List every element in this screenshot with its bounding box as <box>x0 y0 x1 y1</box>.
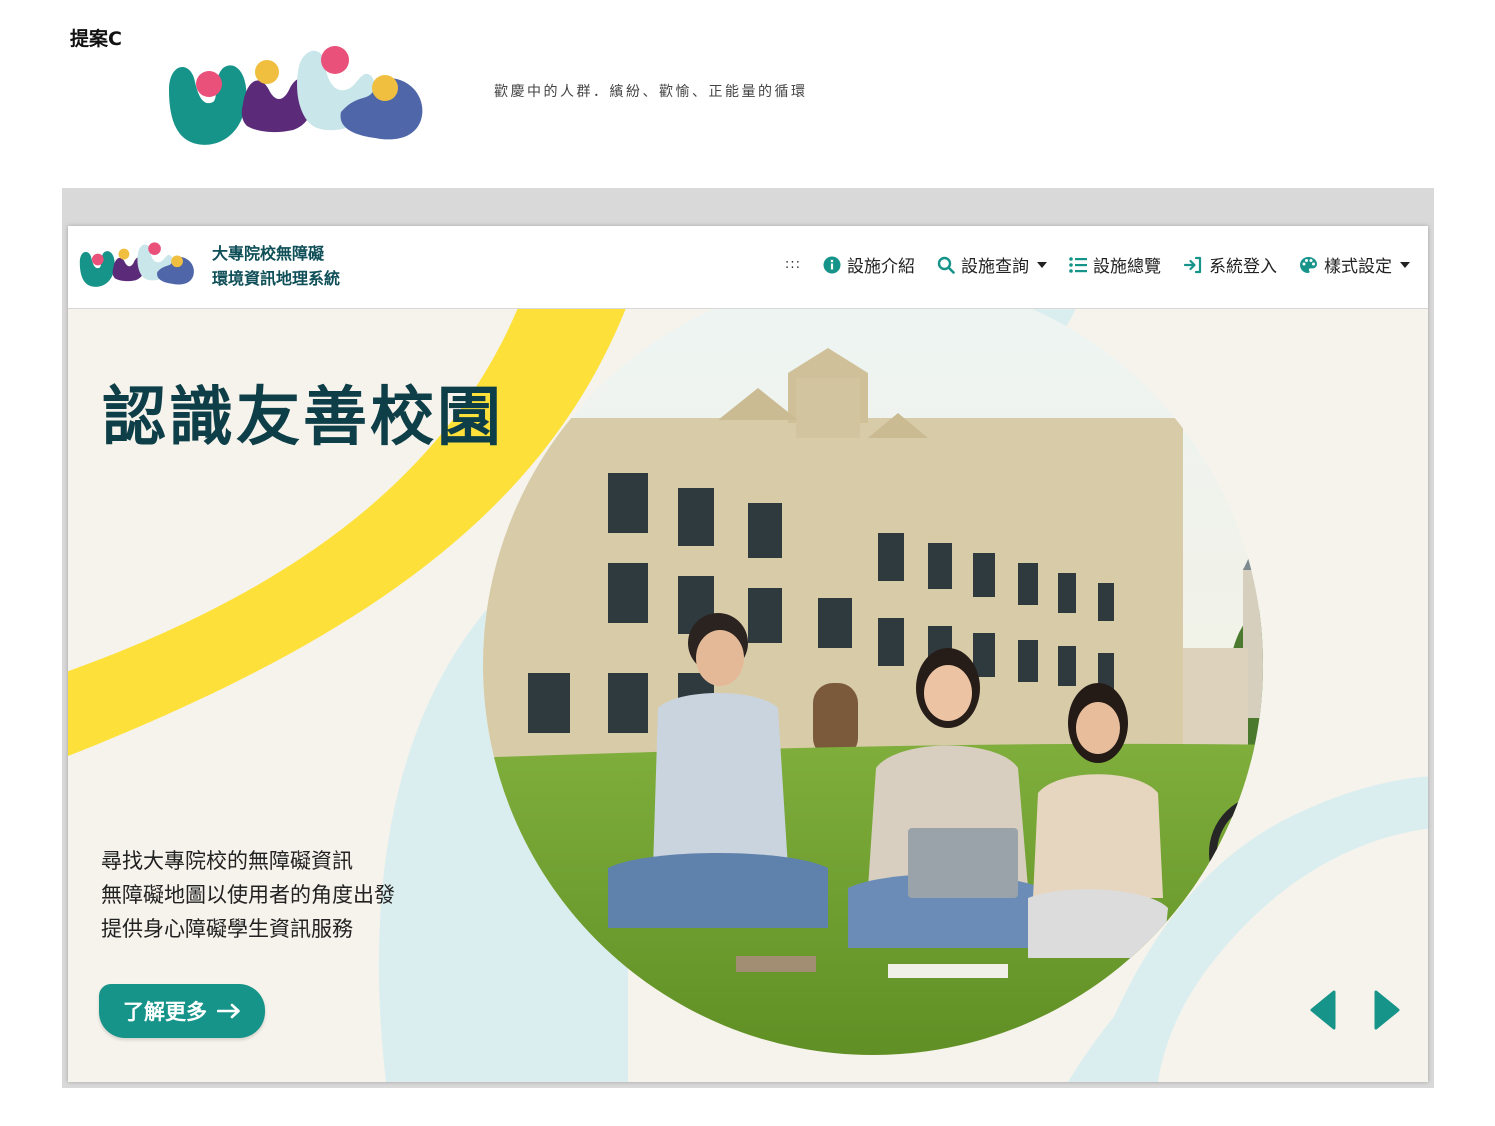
nav-style-settings[interactable]: 樣式設定 <box>1299 252 1410 277</box>
nav-facility-overview-label: 設施總覽 <box>1093 257 1161 277</box>
accesskey-link[interactable]: ::: <box>785 257 801 272</box>
chevron-down-icon <box>1400 261 1410 268</box>
site-logo[interactable] <box>78 238 196 290</box>
arrow-right-icon <box>217 1003 240 1019</box>
triangle-right-icon <box>1374 990 1400 1030</box>
site-title-line2: 環境資訊地理系統 <box>212 269 341 288</box>
nav-facility-search-label: 設施查詢 <box>961 257 1029 277</box>
proposal-label: 提案C <box>70 28 122 50</box>
nav-login-label: 系統登入 <box>1209 257 1277 277</box>
navbar: 大專院校無障礙 環境資訊地理系統 ::: 設施介紹 設施查詢 設施總覽 系統登入… <box>68 226 1428 309</box>
site-title-line1: 大專院校無障礙 <box>212 244 325 263</box>
hero-title: 認識友善校園 <box>102 381 504 455</box>
palette-icon <box>1300 256 1317 273</box>
triangle-left-icon <box>1310 990 1336 1030</box>
hero-desc-line: 尋找大專院校的無障礙資訊 <box>101 849 353 873</box>
brand-logo <box>169 46 423 145</box>
carousel-prev-button[interactable] <box>1306 990 1342 1030</box>
list-icon <box>1069 256 1087 273</box>
learn-more-button[interactable]: 了解更多 <box>99 984 265 1038</box>
nav-facility-intro[interactable]: 設施介紹 <box>823 252 915 277</box>
nav-style-settings-label: 樣式設定 <box>1324 257 1392 277</box>
hero-banner: 認識友善校園 尋找大專院校的無障礙資訊 無障礙地圖以使用者的角度出發 提供身心障… <box>68 308 1428 1082</box>
website-preview: 大專院校無障礙 環境資訊地理系統 ::: 設施介紹 設施查詢 設施總覽 系統登入… <box>68 226 1428 1082</box>
hero-desc-line: 無障礙地圖以使用者的角度出發 <box>101 883 395 907</box>
tagline: 歡慶中的人群．繽紛、歡愉、正能量的循環 <box>494 84 808 100</box>
search-icon <box>937 256 955 274</box>
nav-facility-overview[interactable]: 設施總覽 <box>1069 252 1161 277</box>
hero-description: 尋找大專院校的無障礙資訊 無障礙地圖以使用者的角度出發 提供身心障礙學生資訊服務 <box>101 844 395 946</box>
nav-menu: ::: 設施介紹 設施查詢 設施總覽 系統登入 樣式設定 <box>785 252 1410 277</box>
site-title[interactable]: 大專院校無障礙 環境資訊地理系統 <box>212 241 340 291</box>
nav-facility-search[interactable]: 設施查詢 <box>937 252 1047 277</box>
info-icon <box>823 256 841 273</box>
learn-more-label: 了解更多 <box>123 1000 207 1024</box>
nav-login[interactable]: 系統登入 <box>1183 252 1277 277</box>
nav-facility-intro-label: 設施介紹 <box>847 257 915 277</box>
chevron-down-icon <box>1037 261 1047 268</box>
hero-desc-line: 提供身心障礙學生資訊服務 <box>101 917 353 941</box>
mockup-frame: 大專院校無障礙 環境資訊地理系統 ::: 設施介紹 設施查詢 設施總覽 系統登入… <box>62 188 1434 1088</box>
carousel-next-button[interactable] <box>1368 990 1404 1030</box>
login-icon <box>1183 256 1202 273</box>
